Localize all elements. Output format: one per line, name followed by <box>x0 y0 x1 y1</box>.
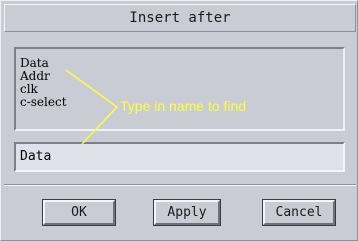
annotation-label: Type in name to find <box>120 98 247 114</box>
apply-button[interactable]: Apply <box>153 199 221 226</box>
ok-button[interactable]: OK <box>42 199 116 226</box>
divider <box>4 184 356 186</box>
cancel-button[interactable]: Cancel <box>262 199 336 226</box>
list-item[interactable]: c-select <box>20 96 67 109</box>
dialog-title: Insert after <box>4 4 356 32</box>
insert-after-dialog: Insert after Data Addr clk c-select Data… <box>0 0 358 241</box>
name-search-input[interactable]: Data <box>14 142 345 172</box>
signal-list[interactable]: Data Addr clk c-select <box>14 47 345 131</box>
